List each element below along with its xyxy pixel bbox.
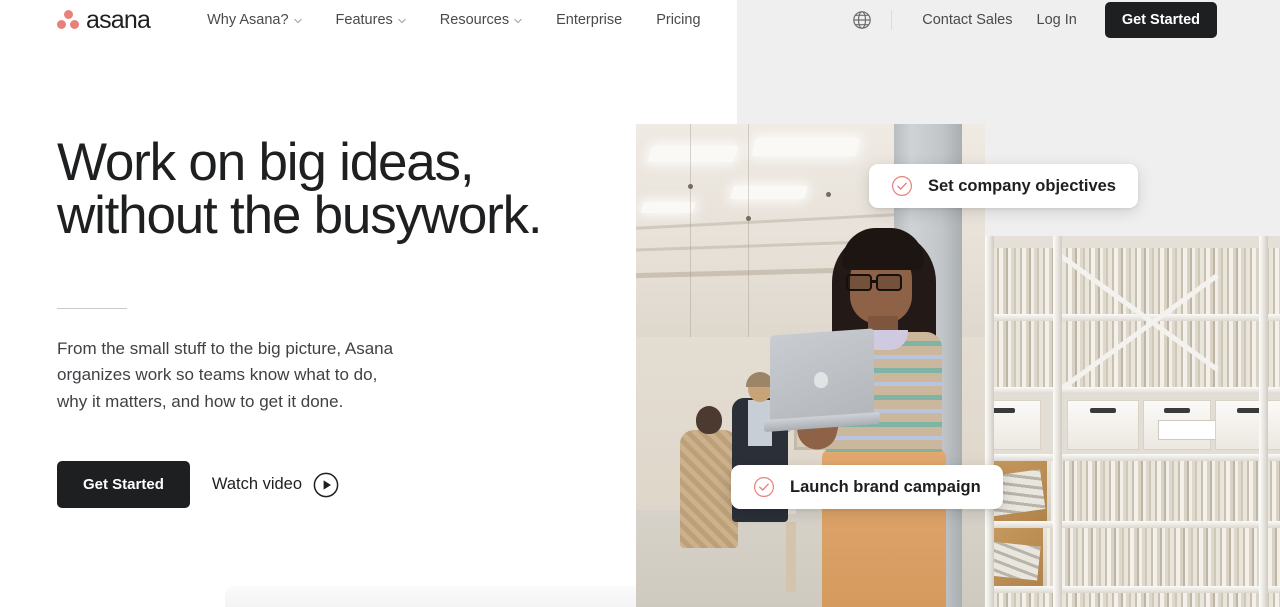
eyeglasses-bridge [872, 280, 878, 283]
shelf-ledge [985, 454, 1280, 461]
chevron-down-icon [398, 17, 406, 25]
binders [1051, 461, 1280, 523]
skylight [730, 186, 808, 199]
background-person [680, 430, 738, 548]
eyeglasses [876, 274, 902, 291]
binders [985, 593, 1280, 607]
hero-divider-rule [57, 308, 127, 309]
task-card-set-company-objectives[interactable]: Set company objectives [869, 164, 1138, 208]
watch-video-button[interactable]: Watch video [212, 472, 339, 498]
hero-cta-row: Get Started Watch video [57, 461, 587, 509]
play-circle-icon [313, 472, 339, 498]
contact-sales-link[interactable]: Contact Sales [910, 12, 1024, 28]
task-card-label: Launch brand campaign [790, 477, 981, 496]
archive-box [1143, 400, 1220, 450]
shelf-ledge [985, 521, 1280, 528]
hero-shelf-photo [985, 236, 1280, 607]
shelving-scene [985, 236, 1280, 607]
nav-item-pricing[interactable]: Pricing [639, 12, 717, 28]
laptop-logo [814, 372, 828, 388]
shelf-ledge [985, 314, 1280, 321]
task-card-launch-brand-campaign[interactable]: Launch brand campaign [731, 465, 1003, 509]
log-in-link[interactable]: Log In [1025, 12, 1089, 28]
page-title: Work on big ideas, without the busywork. [57, 133, 543, 245]
skylight [751, 138, 861, 156]
header-divider [891, 10, 893, 30]
primary-navigation: Why Asana? Features Resources Enterprise… [190, 12, 717, 28]
nav-item-features[interactable]: Features [319, 12, 423, 28]
shelf-row [985, 593, 1280, 607]
site-header: asana Why Asana? Features Resources Ente… [0, 0, 1280, 40]
nav-item-label: Pricing [656, 12, 701, 28]
task-card-label: Set company objectives [928, 176, 1116, 195]
nav-item-label: Why Asana? [207, 12, 289, 28]
asana-logo-dots-icon [57, 10, 79, 30]
binders [985, 321, 1280, 389]
eyeglasses [846, 274, 872, 291]
shelf-upright [1053, 236, 1062, 607]
archive-box-label [1158, 420, 1220, 440]
asana-logo[interactable]: asana [57, 5, 151, 34]
nav-item-label: Features [335, 12, 393, 28]
rolled-materials [987, 541, 1041, 581]
shelf-upright [1259, 236, 1268, 607]
shelf-row [985, 461, 1280, 523]
pendant-light [826, 192, 831, 197]
shelf-top [985, 236, 1280, 248]
check-circle-icon [891, 175, 913, 197]
hero-subcopy: From the small stuff to the big picture,… [57, 339, 394, 411]
pendant-light [746, 216, 751, 221]
check-circle-icon [753, 476, 775, 498]
archive-box [1067, 400, 1139, 450]
nav-item-enterprise[interactable]: Enterprise [539, 12, 639, 28]
chevron-down-icon [293, 17, 302, 25]
watch-video-label: Watch video [211, 475, 303, 494]
header-get-started-button[interactable]: Get Started [1104, 2, 1217, 38]
shelf-row [985, 528, 1280, 588]
chevron-down-icon [514, 17, 522, 25]
nav-item-resources[interactable]: Resources [423, 12, 539, 28]
table-leg [786, 522, 796, 592]
header-actions: Contact Sales Log In Get Started [851, 2, 1217, 38]
hero-section: Work on big ideas, without the busywork.… [57, 133, 587, 509]
background-person [696, 406, 722, 434]
shelf-ledge [985, 387, 1280, 394]
shelf-row [985, 321, 1280, 389]
shelf-row-boxes [985, 394, 1280, 456]
shelf-upright [985, 236, 994, 607]
skylight [647, 146, 739, 162]
nav-item-label: Resources [439, 12, 510, 28]
globe-icon[interactable] [851, 9, 873, 31]
shelf-ledge [985, 586, 1280, 593]
binders [1047, 528, 1280, 588]
nav-item-why-asana[interactable]: Why Asana? [190, 12, 318, 28]
hero-get-started-button[interactable]: Get Started [57, 461, 190, 509]
skylight [639, 202, 697, 213]
nav-item-label: Enterprise [556, 12, 623, 28]
archive-box [1215, 400, 1280, 450]
asana-wordmark: asana [86, 5, 151, 34]
pendant-light [688, 184, 693, 189]
